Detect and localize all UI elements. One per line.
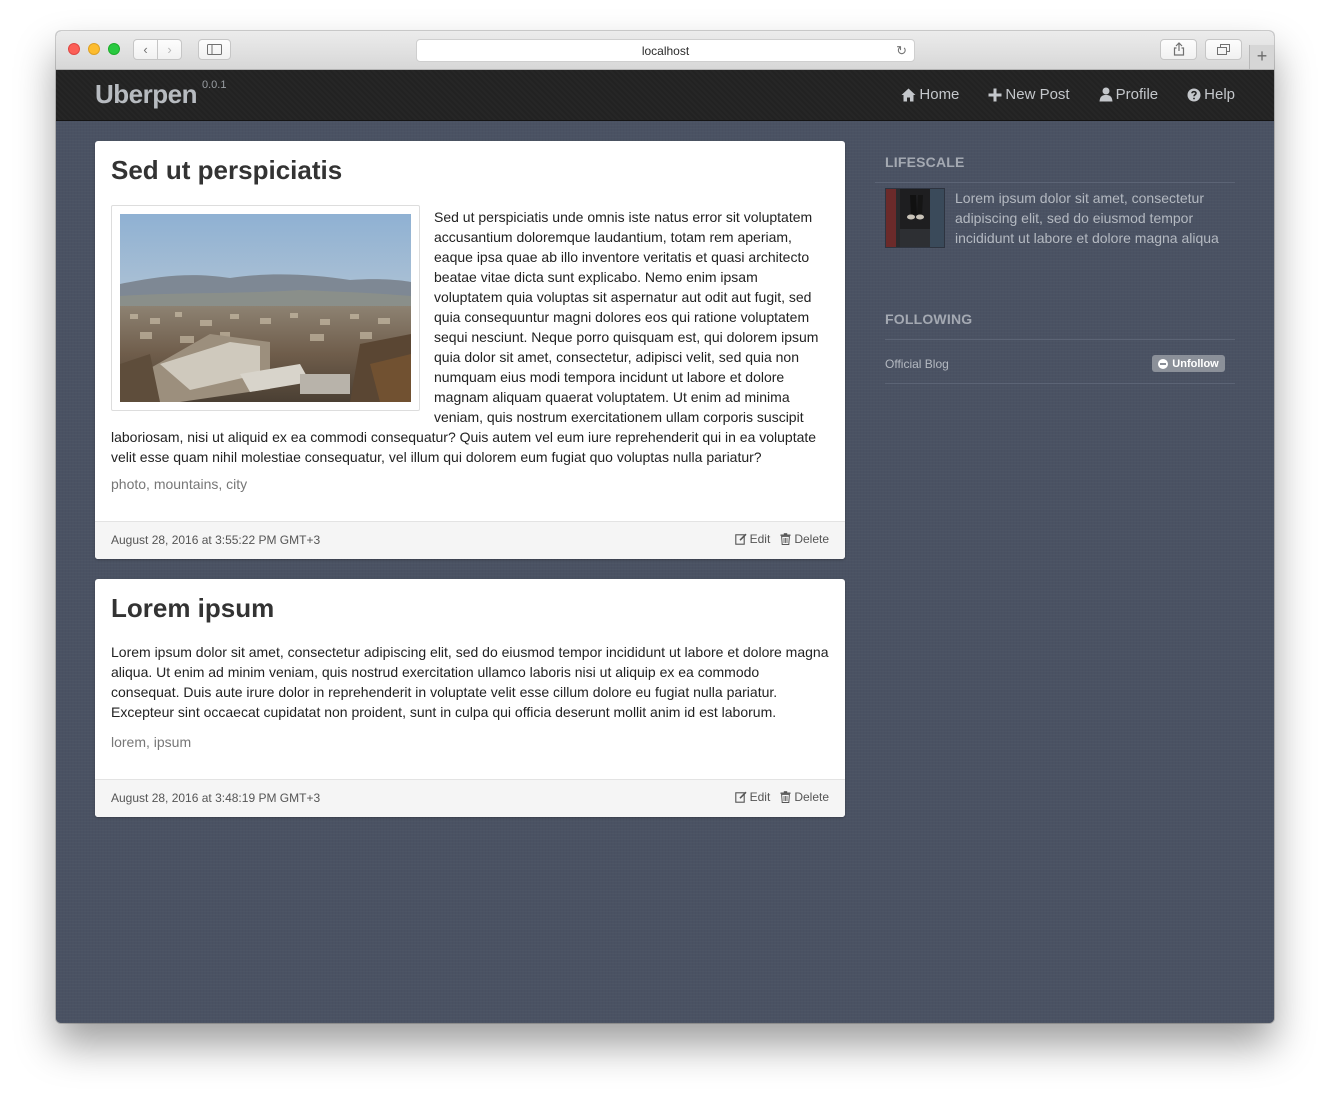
tabs-icon [1217, 44, 1230, 55]
sidebar-toggle-button[interactable] [198, 39, 231, 60]
lifescale-heading: LIFESCALE [885, 154, 965, 170]
version-label: 0.0.1 [202, 79, 227, 91]
main-content: Sed ut perspiciatis Sed ut perspiciatis … [56, 121, 1274, 1023]
nav-help[interactable]: Help [1187, 86, 1235, 103]
close-window-button[interactable] [68, 43, 80, 55]
following-item-official-blog[interactable]: Official Blog [885, 357, 949, 371]
edit-label: Edit [749, 790, 771, 804]
address-bar[interactable]: localhost ↻ [416, 39, 915, 62]
nav-new-post[interactable]: New Post [988, 86, 1070, 103]
url-text: localhost [641, 44, 690, 58]
delete-label: Delete [794, 532, 829, 546]
delete-label: Delete [794, 790, 829, 804]
minimize-window-button[interactable] [88, 43, 100, 55]
share-icon [1173, 42, 1184, 56]
post-title[interactable]: Lorem ipsum [111, 593, 274, 624]
post-body: Sed ut perspiciatis unde omnis iste natu… [111, 207, 829, 467]
post-title[interactable]: Sed ut perspiciatis [111, 155, 342, 186]
chevron-right-icon: › [167, 42, 172, 57]
back-button[interactable]: ‹ [133, 39, 158, 60]
unfollow-button[interactable]: Unfollow [1152, 355, 1225, 372]
post-timestamp: August 28, 2016 at 3:55:22 PM GMT+3 [111, 533, 321, 547]
divider [885, 383, 1235, 384]
edit-icon [734, 791, 747, 803]
post-tags[interactable]: lorem, ipsum [111, 734, 191, 750]
post-footer: August 28, 2016 at 3:48:19 PM GMT+3 Edit… [95, 779, 845, 817]
delete-post-button[interactable]: Delete [780, 790, 829, 804]
post-actions: Edit Delete [725, 532, 829, 546]
reload-icon[interactable]: ↻ [896, 43, 907, 59]
trash-icon [780, 791, 791, 803]
nav-help-label: Help [1204, 86, 1235, 103]
maximize-window-button[interactable] [108, 43, 120, 55]
nav-new-post-label: New Post [1005, 86, 1070, 103]
sidebar-icon [207, 44, 222, 55]
nav-profile-label: Profile [1115, 86, 1159, 103]
lifescale-description: Lorem ipsum dolor sit amet, consectetur … [955, 190, 1219, 246]
show-tabs-button[interactable] [1205, 39, 1242, 60]
user-icon [1099, 87, 1113, 102]
browser-window: ‹ › localhost ↻ + Uberpen 0.0.1 Home New… [56, 31, 1274, 1023]
post-footer: August 28, 2016 at 3:55:22 PM GMT+3 Edit… [95, 521, 845, 559]
lifescale-photo [886, 189, 944, 247]
new-tab-button[interactable]: + [1249, 45, 1274, 69]
delete-post-button[interactable]: Delete [780, 532, 829, 546]
lifescale-avatar[interactable] [885, 188, 945, 248]
post-tags[interactable]: photo, mountains, city [111, 476, 247, 492]
unfollow-label: Unfollow [1172, 357, 1219, 370]
post-body: Lorem ipsum dolor sit amet, consectetur … [111, 642, 829, 722]
main-nav: Home New Post Profile Help [872, 86, 1235, 103]
browser-toolbar: ‹ › localhost ↻ + [56, 31, 1274, 70]
edit-post-button[interactable]: Edit [734, 790, 771, 804]
post-card: Lorem ipsum Lorem ipsum dolor sit amet, … [95, 579, 845, 817]
following-heading: FOLLOWING [885, 311, 973, 327]
edit-post-button[interactable]: Edit [734, 532, 771, 546]
divider [885, 339, 1235, 340]
post-body-text: Lorem ipsum dolor sit amet, consectetur … [111, 644, 829, 720]
plus-icon [988, 88, 1002, 102]
edit-icon [734, 533, 747, 545]
chevron-left-icon: ‹ [143, 42, 148, 57]
post-timestamp: August 28, 2016 at 3:48:19 PM GMT+3 [111, 791, 321, 805]
forward-button[interactable]: › [157, 39, 182, 60]
share-button[interactable] [1160, 39, 1197, 60]
brand-logo[interactable]: Uberpen [95, 79, 197, 110]
nav-home[interactable]: Home [901, 86, 959, 103]
post-card: Sed ut perspiciatis Sed ut perspiciatis … [95, 141, 845, 559]
plus-icon: + [1256, 46, 1268, 66]
home-icon [901, 88, 916, 102]
post-actions: Edit Delete [725, 790, 829, 804]
edit-label: Edit [749, 532, 771, 546]
trash-icon [780, 533, 791, 545]
question-icon [1187, 88, 1201, 102]
image-float-spacer [111, 207, 434, 415]
app-navbar: Uberpen 0.0.1 Home New Post Profile Help [56, 70, 1274, 121]
nav-home-label: Home [919, 86, 960, 103]
divider [875, 182, 1235, 183]
minus-circle-icon [1158, 358, 1169, 369]
nav-profile[interactable]: Profile [1099, 86, 1159, 103]
